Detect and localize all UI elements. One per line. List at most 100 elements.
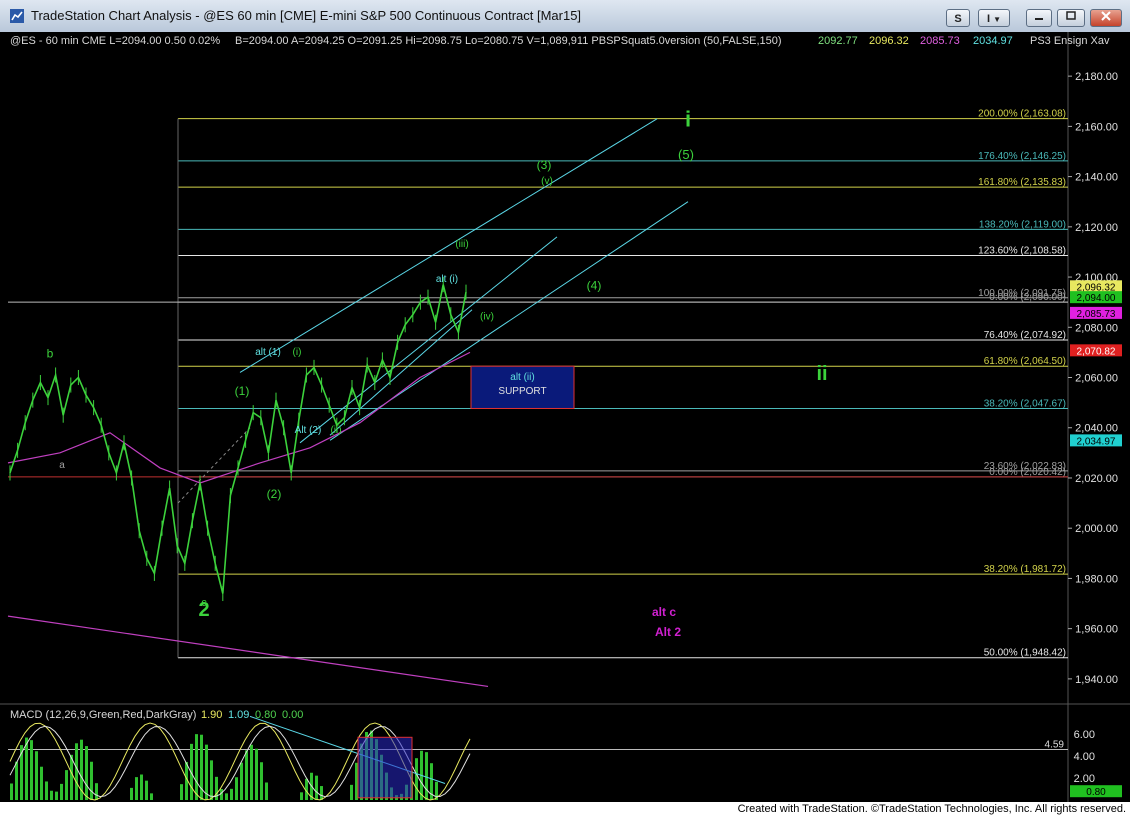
fib-level-label: 138.20% (2,119.00) xyxy=(979,219,1066,230)
wave-label: (2) xyxy=(267,487,282,501)
macd-histogram-bar xyxy=(70,754,73,800)
macd-histogram-bar xyxy=(235,777,238,800)
minimize-button[interactable] xyxy=(1026,9,1052,27)
wave-label: (iii) xyxy=(455,239,468,250)
macd-histogram-bar xyxy=(45,781,48,800)
maximize-icon xyxy=(1066,11,1076,20)
fib-level-label: 50.00% (1,948.42) xyxy=(984,648,1066,659)
macd-y-tick-label: 6.00 xyxy=(1074,729,1095,741)
price-chart-svg: @ES - 60 min CME L=2094.00 0.50 0.02% B=2… xyxy=(0,32,1130,802)
fib-level-label: 161.80% (2,135.83) xyxy=(978,177,1066,188)
wave-label: i xyxy=(685,106,691,131)
macd-histogram-bar xyxy=(150,793,153,800)
fib-level-label: 38.20% (1,981.72) xyxy=(984,564,1066,575)
macd-histogram-bar xyxy=(245,750,248,800)
maximize-button[interactable] xyxy=(1057,9,1085,27)
macd-histogram-bar xyxy=(50,790,53,800)
symbol-button[interactable]: S xyxy=(946,9,970,27)
wave-label: alt c xyxy=(652,605,676,619)
y-tick-label: 2,060.00 xyxy=(1075,373,1118,385)
header-text-4: 2085.73 xyxy=(920,35,960,47)
close-button[interactable] xyxy=(1090,9,1122,27)
macd-histogram-bar xyxy=(60,783,63,800)
indicator-button[interactable]: I ▼ xyxy=(978,9,1010,27)
wave-label: (5) xyxy=(678,147,694,162)
chart-area[interactable]: @ES - 60 min CME L=2094.00 0.50 0.02% B=2… xyxy=(0,32,1130,802)
header-text-1: B=2094.00 A=2094.25 O=2091.25 Hi=2098.75… xyxy=(235,35,782,47)
macd-histogram-bar xyxy=(255,748,258,800)
wave-label: a xyxy=(59,460,65,471)
wave-label: alt (i) xyxy=(436,274,458,285)
y-tick-label: 2,160.00 xyxy=(1075,121,1118,133)
trend-channel-line xyxy=(329,309,473,436)
macd-histogram-bar xyxy=(40,766,43,800)
macd-histogram-bar xyxy=(315,775,318,800)
macd-tag: 0.80 xyxy=(1086,787,1106,798)
copyright-footer: Created with TradeStation. ©TradeStation… xyxy=(0,802,1130,816)
indicator-button-label: I xyxy=(986,13,991,25)
macd-histogram-bar xyxy=(95,783,98,800)
header-text-0: @ES - 60 min CME L=2094.00 0.50 0.02% xyxy=(10,35,220,47)
wave-label: (1) xyxy=(235,384,250,398)
header-text-5: 2034.97 xyxy=(973,35,1013,47)
macd-histogram-bar xyxy=(140,774,143,800)
chart-window: TradeStation Chart Analysis - @ES 60 min… xyxy=(0,0,1130,816)
macd-histogram-bar xyxy=(210,760,213,800)
y-tick-label: 2,140.00 xyxy=(1075,172,1118,184)
price-axis-bg xyxy=(1068,32,1130,802)
y-tick-label: 2,180.00 xyxy=(1075,71,1118,83)
y-tick-label: 1,980.00 xyxy=(1075,573,1118,585)
wave-label: (i) xyxy=(293,347,302,358)
macd-histogram-bar xyxy=(225,793,228,800)
tradestation-app-icon xyxy=(10,9,24,23)
price-tag: 2,085.73 xyxy=(1077,309,1116,320)
macd-histogram-bar xyxy=(30,740,33,800)
wave-label: (3) xyxy=(537,158,552,172)
macd-reference-label: 4.59 xyxy=(1045,740,1065,751)
y-tick-label: 2,000.00 xyxy=(1075,523,1118,535)
price-tag: 2,034.97 xyxy=(1077,436,1116,447)
y-tick-label: 2,120.00 xyxy=(1075,222,1118,234)
macd-histogram-bar xyxy=(15,761,18,800)
title-bar[interactable]: TradeStation Chart Analysis - @ES 60 min… xyxy=(0,0,1130,33)
trend-channel-line xyxy=(239,118,658,373)
macd-histogram-bar xyxy=(135,777,138,800)
header-text-6: PS3 Ensign Xav xyxy=(1030,35,1110,47)
price-tag: 2,070.82 xyxy=(1077,346,1116,357)
wave-label: b xyxy=(47,346,54,360)
macd-histogram-bar xyxy=(350,784,353,800)
macd-histogram-bar xyxy=(65,770,68,800)
macd-histogram-bar xyxy=(180,784,183,800)
macd-histogram-bar xyxy=(250,744,253,800)
macd-histogram-bar xyxy=(195,734,198,800)
macd-histogram-bar xyxy=(300,792,303,800)
wave-label: (iv) xyxy=(480,312,494,323)
macd-y-tick-label: 4.00 xyxy=(1074,751,1095,763)
copyright-text: Created with TradeStation. ©TradeStation… xyxy=(737,803,1126,815)
macd-header-text-4: 0.00 xyxy=(282,709,303,721)
macd-header-text-2: 1.09 xyxy=(228,709,249,721)
y-tick-label: 2,080.00 xyxy=(1075,322,1118,334)
macd-histogram-bar xyxy=(55,791,58,800)
fib-level-label: 123.60% (2,108.58) xyxy=(978,246,1066,257)
y-tick-label: 1,960.00 xyxy=(1075,624,1118,636)
macd-histogram-bar xyxy=(90,761,93,800)
macd-histogram-bar xyxy=(75,743,78,800)
fib-level-label: 38.20% (2,047.67) xyxy=(984,398,1066,409)
macd-divergence-box xyxy=(357,736,413,799)
macd-histogram-bar xyxy=(35,751,38,800)
wave-label: Alt (2) xyxy=(295,425,322,436)
wave-label: (ii) xyxy=(330,425,341,436)
support-zone-text: SUPPORT xyxy=(498,386,546,397)
wave-label: Alt 2 xyxy=(655,625,681,639)
macd-histogram-bar xyxy=(10,783,13,800)
support-zone-label: alt (ii) xyxy=(510,372,534,383)
macd-histogram-bar xyxy=(425,752,428,800)
macd-histogram-bar xyxy=(85,746,88,800)
wave-label: ii xyxy=(816,363,827,385)
fib-level-label: 176.40% (2,146.25) xyxy=(978,151,1066,162)
macd-histogram-bar xyxy=(320,786,323,800)
y-tick-label: 2,020.00 xyxy=(1075,473,1118,485)
y-tick-label: 1,940.00 xyxy=(1075,674,1118,686)
macd-histogram-bar xyxy=(145,780,148,800)
